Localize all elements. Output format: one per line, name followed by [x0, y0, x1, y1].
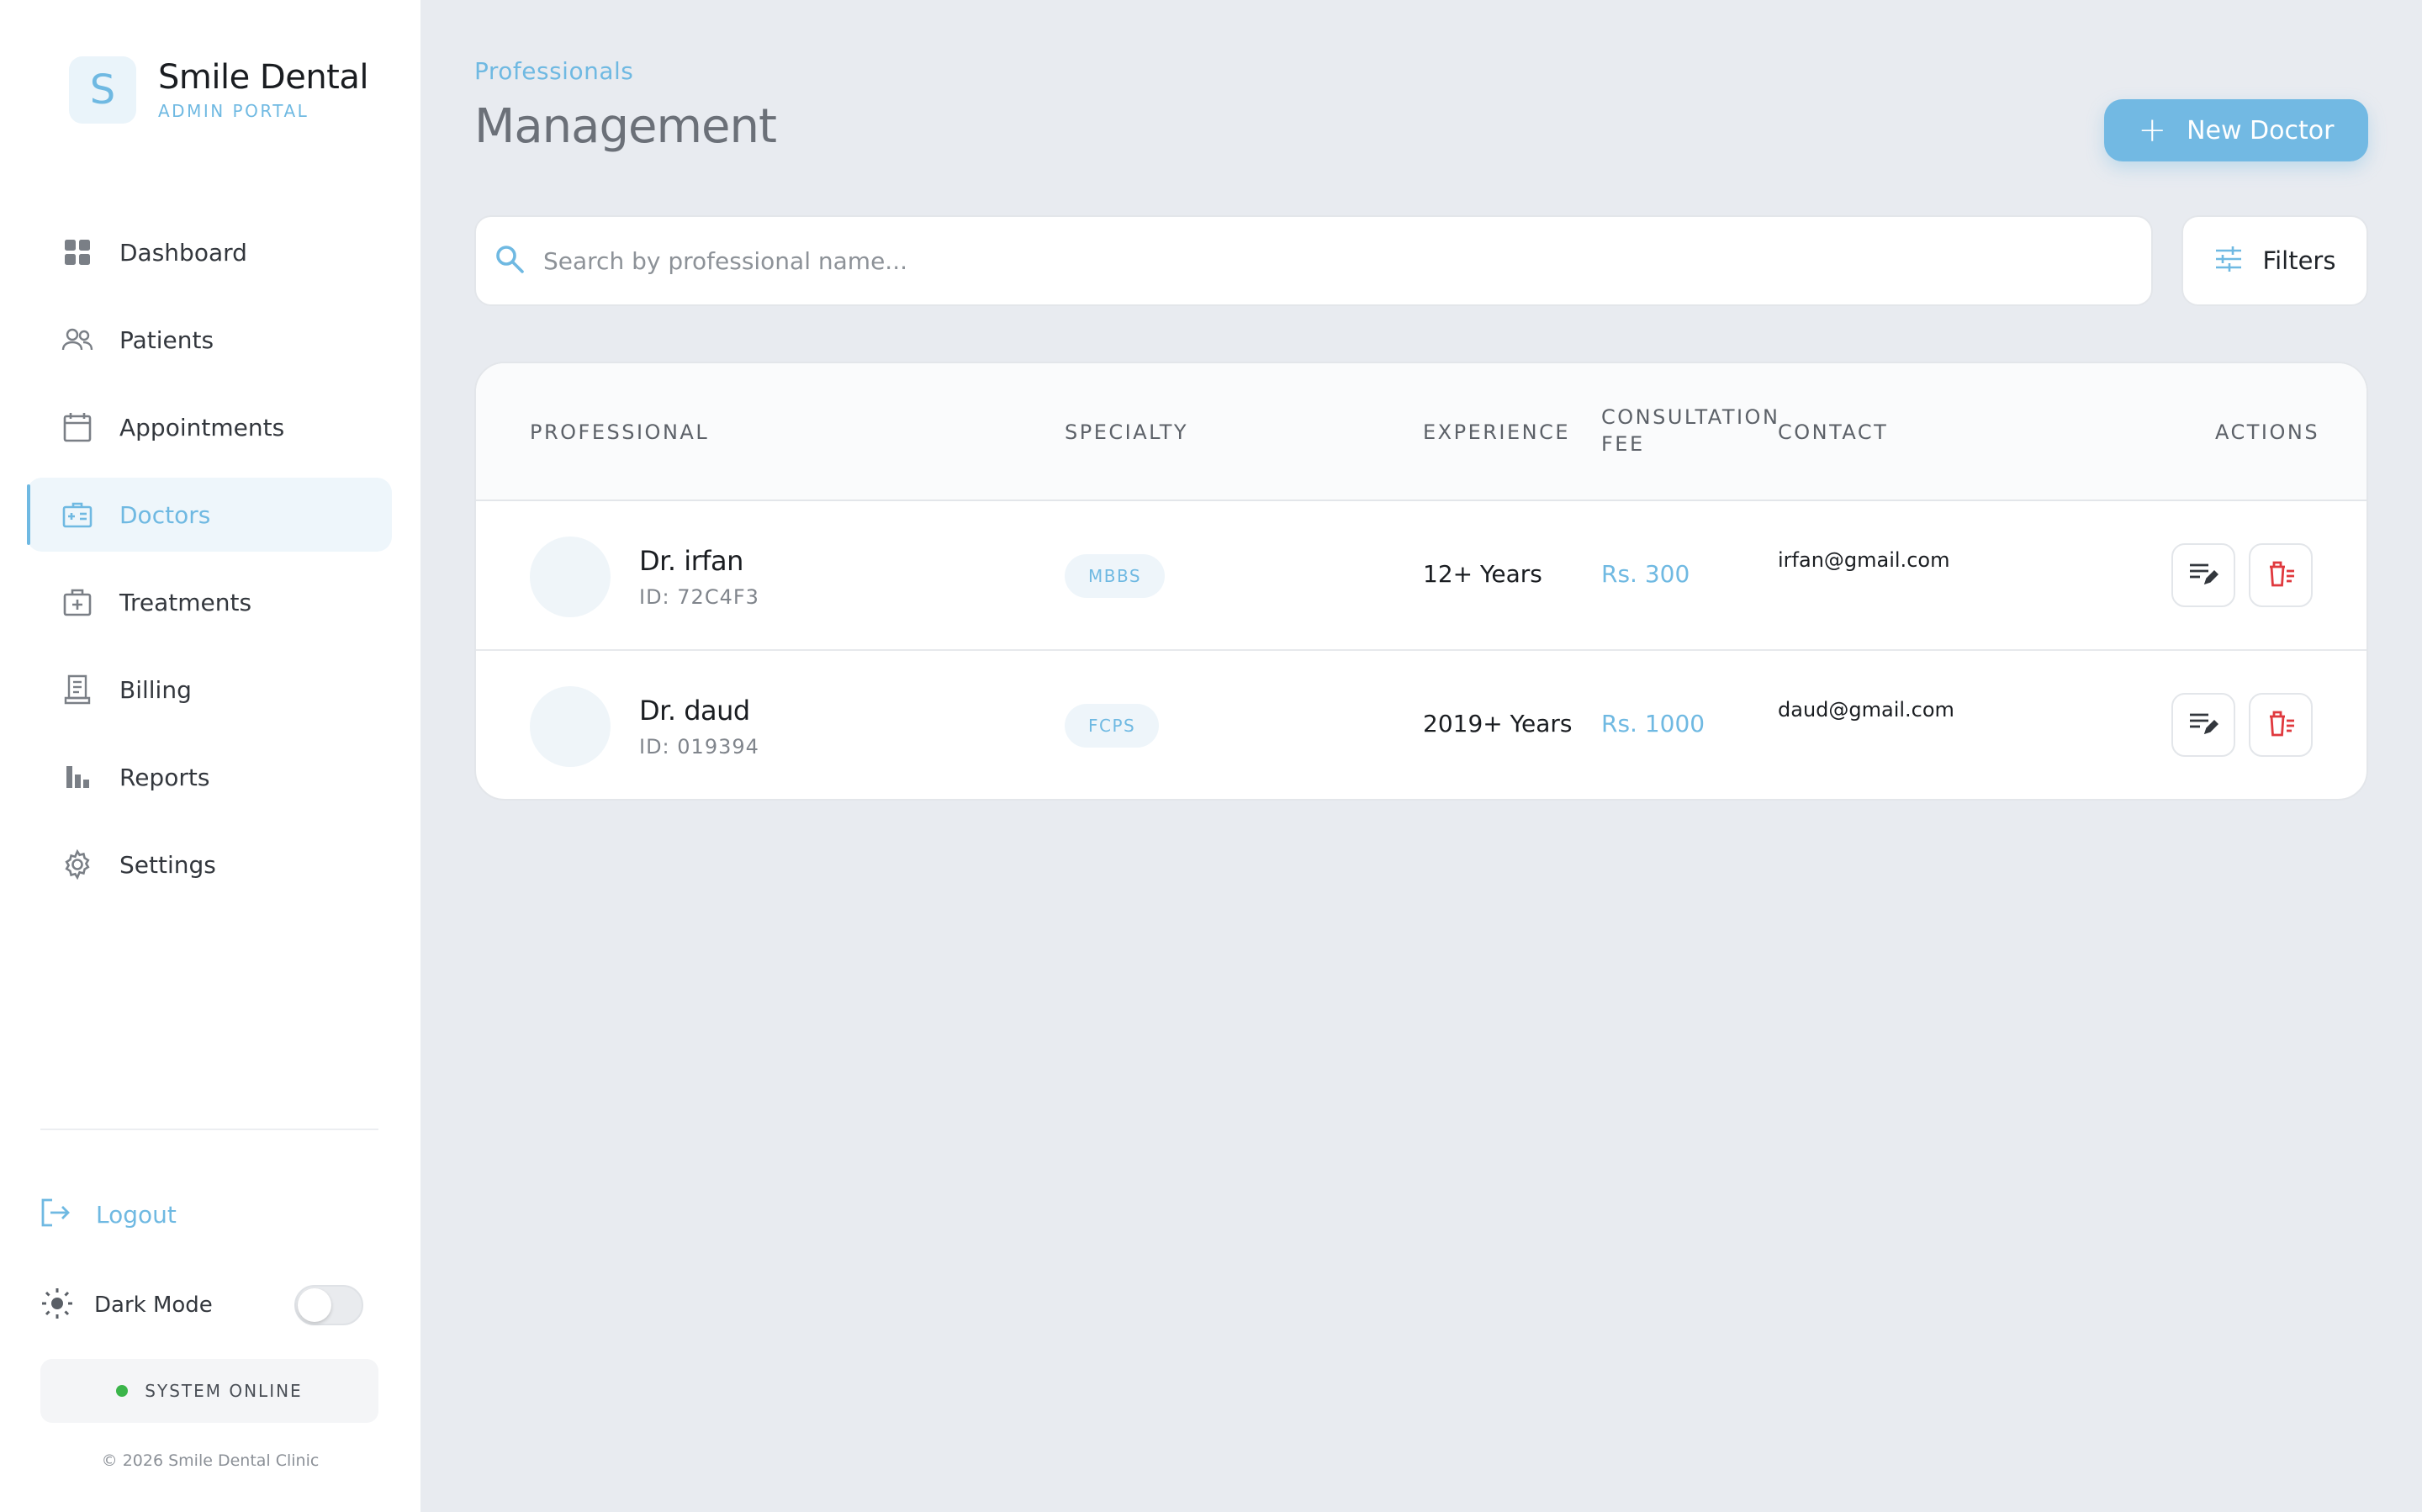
dark-mode-row: Dark Mode [40, 1283, 363, 1327]
filters-button[interactable]: Filters [2181, 215, 2368, 306]
sidebar-nav: Dashboard Patients Appointments Doctors … [27, 215, 392, 915]
sidebar-item-settings[interactable]: Settings [27, 827, 392, 901]
grid-icon [61, 235, 94, 269]
specialty-badge: FCPS [1065, 704, 1160, 748]
dark-mode-toggle[interactable] [294, 1285, 363, 1325]
page-title: Management [474, 99, 777, 154]
contact-email: daud@gmail.com [1778, 698, 1954, 722]
logout-icon [40, 1197, 71, 1231]
delete-icon [2266, 559, 2296, 591]
sidebar-item-reports[interactable]: Reports [27, 740, 392, 814]
column-header-fee-line2: FEE [1601, 432, 1645, 456]
edit-icon [2188, 561, 2219, 589]
plus-icon: + [2138, 111, 2167, 150]
brand-name: Smile Dental [158, 58, 368, 97]
avatar [530, 686, 611, 767]
specialty-badge: MBBS [1065, 554, 1166, 598]
table-row[interactable]: Dr. irfan ID: 72C4F3 MBBS 12+ Years Rs. … [476, 501, 2366, 651]
sun-icon [40, 1287, 74, 1324]
experience-value: 12+ Years [1423, 560, 1542, 588]
search-input[interactable] [543, 246, 2057, 275]
sidebar-item-doctors[interactable]: Doctors [27, 478, 392, 552]
delete-icon [2266, 709, 2296, 741]
users-icon [61, 323, 94, 357]
sidebar-item-treatments[interactable]: Treatments [27, 565, 392, 639]
sidebar-item-appointments[interactable]: Appointments [27, 390, 392, 464]
breadcrumb[interactable]: Professionals [474, 57, 633, 85]
sidebar-item-label: Treatments [119, 588, 252, 616]
sidebar-item-label: Reports [119, 763, 210, 791]
fee-value: Rs. 300 [1601, 560, 1690, 588]
sidebar-item-label: Dashboard [119, 238, 247, 267]
search-icon [494, 244, 525, 278]
brand-subtitle: ADMIN PORTAL [158, 101, 309, 121]
fee-value: Rs. 1000 [1601, 710, 1705, 737]
delete-button[interactable] [2249, 543, 2313, 607]
experience-value: 2019+ Years [1423, 710, 1573, 737]
table-header: PROFESSIONAL SPECIALTY EXPERIENCE CONSUL… [476, 363, 2366, 501]
sliders-icon [2214, 245, 2243, 277]
column-header-specialty: SPECIALTY [1065, 420, 1189, 444]
column-header-experience: EXPERIENCE [1423, 420, 1571, 444]
brand[interactable]: S Smile Dental ADMIN PORTAL [69, 56, 368, 124]
edit-button[interactable] [2171, 543, 2235, 607]
dark-mode-label: Dark Mode [94, 1293, 213, 1318]
doctor-id: ID: 72C4F3 [639, 585, 759, 609]
sidebar: S Smile Dental ADMIN PORTAL Dashboard Pa… [0, 0, 420, 1512]
edit-icon [2188, 711, 2219, 739]
receipt-icon [61, 673, 94, 706]
sidebar-divider [40, 1129, 378, 1130]
delete-button[interactable] [2249, 693, 2313, 757]
sidebar-item-dashboard[interactable]: Dashboard [27, 215, 392, 289]
edit-button[interactable] [2171, 693, 2235, 757]
status-dot [116, 1385, 129, 1397]
column-header-actions: ACTIONS [2215, 420, 2320, 444]
system-status: SYSTEM ONLINE [40, 1359, 378, 1423]
status-label: SYSTEM ONLINE [145, 1381, 303, 1401]
new-doctor-label: New Doctor [2187, 115, 2335, 145]
column-header-fee: CONSULTATION FEE [1601, 404, 1779, 457]
doctor-name: Dr. irfan [639, 545, 743, 577]
logout-label: Logout [96, 1200, 177, 1229]
column-header-fee-line1: CONSULTATION [1601, 405, 1780, 429]
copyright: © 2026 Smile Dental Clinic [101, 1451, 320, 1470]
sidebar-item-label: Appointments [119, 413, 285, 441]
column-header-professional: PROFESSIONAL [530, 420, 710, 444]
sidebar-item-patients[interactable]: Patients [27, 303, 392, 377]
gear-icon [61, 848, 94, 881]
bar-chart-icon [61, 760, 94, 794]
calendar-icon [61, 410, 94, 444]
sidebar-item-label: Patients [119, 325, 214, 354]
sidebar-item-billing[interactable]: Billing [27, 653, 392, 727]
filters-label: Filters [2262, 246, 2336, 275]
search-bar [474, 215, 2153, 306]
medical-kit-icon [61, 585, 94, 619]
contact-email: irfan@gmail.com [1778, 548, 1950, 572]
toggle-knob [298, 1288, 331, 1322]
avatar [530, 537, 611, 617]
sidebar-item-label: Settings [119, 850, 216, 879]
column-header-contact: CONTACT [1778, 420, 1889, 444]
medical-id-icon [61, 498, 94, 531]
sidebar-item-label: Billing [119, 675, 192, 704]
logout-button[interactable]: Logout [40, 1194, 177, 1234]
new-doctor-button[interactable]: + New Doctor [2104, 99, 2368, 161]
doctors-table: PROFESSIONAL SPECIALTY EXPERIENCE CONSUL… [474, 362, 2368, 801]
sidebar-item-label: Doctors [119, 500, 211, 529]
doctor-id: ID: 019394 [639, 735, 759, 759]
table-row[interactable]: Dr. daud ID: 019394 FCPS 2019+ Years Rs.… [476, 651, 2366, 799]
brand-logo: S [69, 56, 136, 124]
doctor-name: Dr. daud [639, 695, 750, 727]
